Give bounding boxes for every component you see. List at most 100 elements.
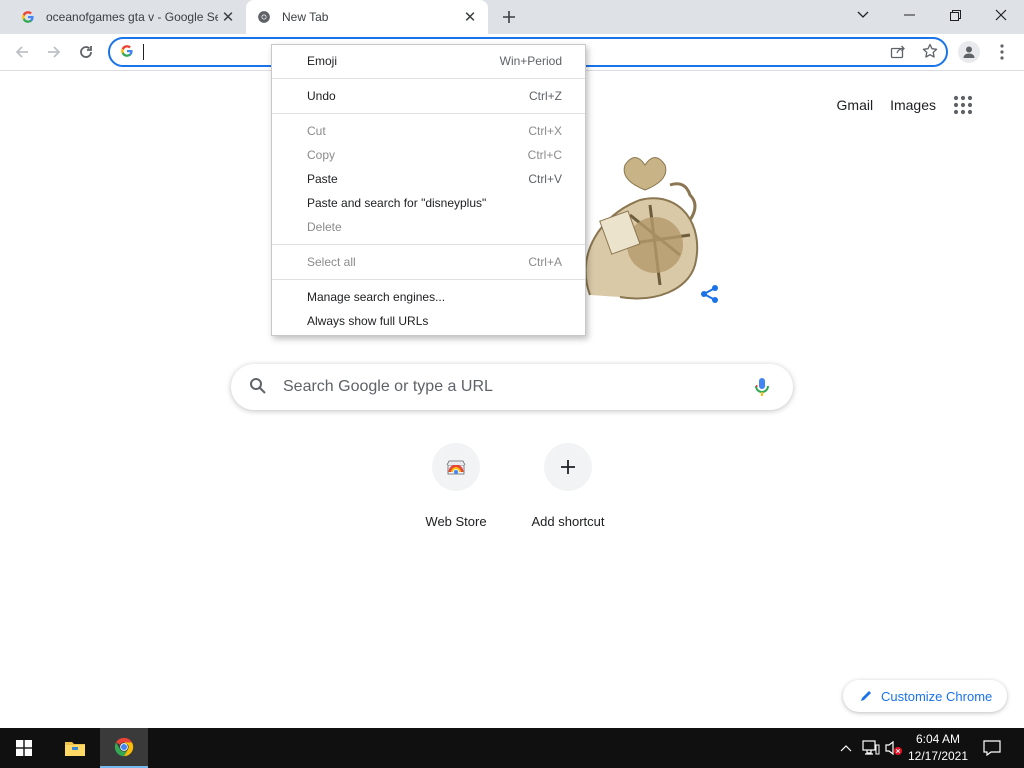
restore-icon: [949, 9, 961, 21]
profile-avatar[interactable]: [958, 41, 980, 63]
search-placeholder: Search Google or type a URL: [283, 378, 493, 395]
windows-taskbar: 6:04 AM 12/17/2021: [0, 728, 1024, 768]
reload-button[interactable]: [72, 38, 100, 66]
chrome-icon: [114, 737, 134, 757]
menu-item-label: Manage search engines...: [307, 290, 446, 304]
menu-separator: [272, 244, 585, 245]
menu-item-label: Paste: [307, 172, 338, 186]
share-icon[interactable]: [700, 284, 722, 306]
volume-tray-icon[interactable]: [884, 736, 904, 760]
network-tray-icon[interactable]: [861, 736, 881, 760]
restore-button[interactable]: [932, 0, 978, 30]
menu-item-label: Select all: [307, 255, 356, 269]
menu-item-undo[interactable]: Undo Ctrl+Z: [272, 84, 585, 108]
menu-item-delete: Delete: [272, 215, 585, 239]
menu-item-label: Cut: [307, 124, 326, 138]
minimize-button[interactable]: [886, 0, 932, 30]
chrome-icon: [256, 9, 272, 25]
speaker-muted-icon: [885, 740, 902, 756]
menu-item-shortcut: Win+Period: [499, 54, 562, 68]
close-icon: [995, 9, 1007, 21]
tab-new-tab[interactable]: New Tab ✕: [246, 0, 488, 34]
menu-item-label: Undo: [307, 89, 336, 103]
arrow-right-icon: [48, 46, 61, 58]
customize-chrome-label: Customize Chrome: [881, 688, 993, 704]
close-window-button[interactable]: [978, 0, 1024, 30]
shortcut-web-store[interactable]: Web Store: [400, 443, 512, 529]
chrome-menu-button[interactable]: [994, 41, 1010, 63]
menu-separator: [272, 78, 585, 79]
tab-strip: oceanofgames gta v - Google Se ✕ New Tab…: [0, 0, 1024, 34]
tab-close-icon[interactable]: ✕: [460, 7, 480, 27]
menu-item-copy: Copy Ctrl+C: [272, 143, 585, 167]
menu-item-manage-search-engines[interactable]: Manage search engines...: [272, 285, 585, 309]
tab-search-button[interactable]: [840, 0, 886, 30]
bookmark-star-icon[interactable]: [922, 43, 942, 63]
file-explorer-taskbar-button[interactable]: [51, 728, 99, 768]
menu-item-label: Copy: [307, 148, 336, 162]
plus-icon: [503, 11, 515, 23]
arrow-left-icon: [15, 46, 28, 58]
ntp-top-links: Gmail Images: [837, 95, 990, 115]
chevron-down-icon: [857, 11, 869, 18]
menu-item-shortcut: Ctrl+V: [528, 172, 562, 186]
back-button[interactable]: [8, 38, 36, 66]
start-button[interactable]: [0, 728, 48, 768]
menu-item-label: Always show full URLs: [307, 314, 429, 328]
shortcut-add[interactable]: Add shortcut: [512, 443, 624, 529]
minimize-icon: [903, 14, 915, 16]
chrome-taskbar-button[interactable]: [100, 728, 148, 768]
notification-icon: [983, 740, 1001, 756]
folder-icon: [65, 742, 85, 756]
google-g-icon: [120, 44, 136, 60]
menu-separator: [272, 279, 585, 280]
context-menu: Emoji Win+Period Undo Ctrl+Z Cut Ctrl+X …: [271, 44, 586, 336]
share-icon[interactable]: [890, 43, 910, 63]
customize-chrome-button[interactable]: Customize Chrome: [843, 680, 1007, 712]
menu-item-shortcut: Ctrl+Z: [529, 89, 562, 103]
tab-title: oceanofgames gta v - Google Se: [46, 10, 218, 24]
menu-item-shortcut: Ctrl+A: [528, 255, 562, 269]
google-apps-icon[interactable]: [953, 95, 973, 115]
windows-logo-icon: [16, 740, 32, 756]
plus-icon: [544, 443, 592, 491]
menu-item-select-all: Select all Ctrl+A: [272, 250, 585, 274]
menu-item-label: Delete: [307, 220, 342, 234]
new-tab-button[interactable]: [496, 5, 522, 29]
text-caret: [143, 44, 144, 60]
menu-item-shortcut: Ctrl+X: [528, 124, 562, 138]
menu-item-paste-and-search[interactable]: Paste and search for "disneyplus": [272, 191, 585, 215]
more-vert-icon: [1000, 44, 1004, 60]
web-store-icon: [432, 443, 480, 491]
action-center-button[interactable]: [980, 736, 1004, 760]
shortcut-label: Web Store: [425, 514, 487, 529]
menu-item-always-show-full-urls[interactable]: Always show full URLs: [272, 309, 585, 333]
menu-item-cut: Cut Ctrl+X: [272, 119, 585, 143]
clock-date: 12/17/2021: [907, 749, 969, 763]
network-icon: [862, 740, 880, 755]
google-g-icon: [20, 9, 36, 25]
taskbar-clock[interactable]: 6:04 AM 12/17/2021: [906, 731, 970, 765]
pencil-icon: [861, 691, 871, 701]
menu-separator: [272, 113, 585, 114]
ntp-search-box[interactable]: Search Google or type a URL: [231, 364, 793, 410]
person-icon: [963, 46, 975, 58]
gmail-link[interactable]: Gmail: [837, 97, 874, 113]
shortcut-label: Add shortcut: [531, 514, 605, 529]
search-icon: [249, 377, 269, 397]
images-link[interactable]: Images: [890, 97, 936, 113]
menu-item-label: Paste and search for "disneyplus": [307, 196, 487, 210]
microphone-icon[interactable]: [751, 376, 773, 398]
menu-item-label: Emoji: [307, 54, 338, 68]
tab-google-search[interactable]: oceanofgames gta v - Google Se ✕: [10, 0, 246, 34]
clock-time: 6:04 AM: [915, 732, 961, 746]
menu-item-shortcut: Ctrl+C: [527, 148, 562, 162]
tab-close-icon[interactable]: ✕: [218, 7, 238, 27]
chevron-up-icon: [840, 745, 852, 752]
menu-item-paste[interactable]: Paste Ctrl+V: [272, 167, 585, 191]
show-hidden-icons-button[interactable]: [836, 736, 856, 760]
forward-button[interactable]: [40, 38, 68, 66]
tab-title: New Tab: [282, 10, 329, 24]
reload-icon: [80, 46, 92, 58]
menu-item-emoji[interactable]: Emoji Win+Period: [272, 49, 585, 73]
